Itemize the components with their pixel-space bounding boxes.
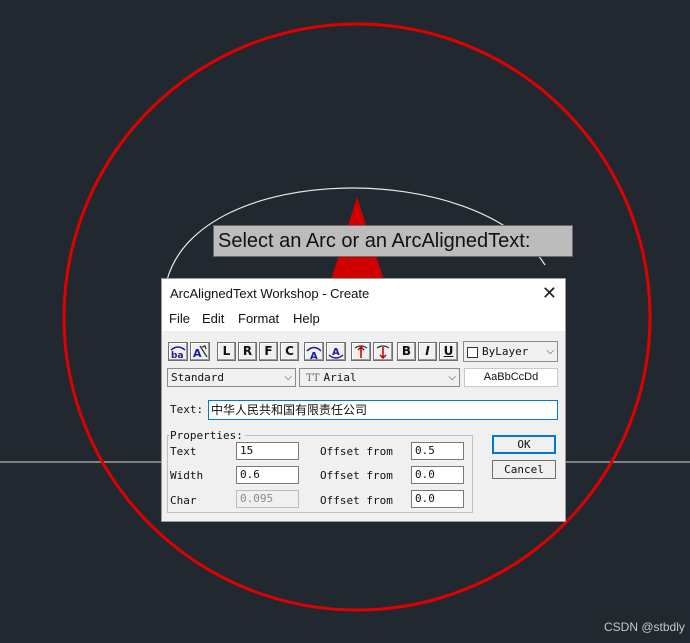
svg-text:A: A <box>332 347 340 358</box>
char-spacing-input: 0.095 <box>236 490 299 508</box>
align-right-button[interactable]: R <box>238 342 257 361</box>
color-swatch <box>467 346 478 358</box>
center-button[interactable]: C <box>280 342 299 361</box>
outward-direction-button[interactable] <box>351 342 371 361</box>
fit-button[interactable]: F <box>259 342 278 361</box>
font-preview: AaBbCcDd <box>464 368 558 387</box>
text-input[interactable]: 中华人民共和国有限责任公司 <box>208 400 558 420</box>
menu-file[interactable]: File <box>169 311 190 326</box>
inward-arrow-icon <box>376 345 390 360</box>
underline-label: U <box>443 344 454 358</box>
close-icon[interactable]: ✕ <box>542 283 557 304</box>
offset-from-arc-label: Offset from <box>320 445 393 456</box>
offset-from-left-label: Offset from <box>320 469 393 480</box>
menu-edit[interactable]: Edit <box>202 311 224 326</box>
reverse-text-button[interactable]: ba <box>168 342 188 361</box>
title-bar[interactable]: ArcAlignedText Workshop - Create ✕ <box>162 279 565 309</box>
chevron-down-icon: ⌵ <box>448 372 456 383</box>
convex-text-icon: A <box>306 346 322 362</box>
arc-aligned-text-dialog: ArcAlignedText Workshop - Create ✕ File … <box>161 278 566 522</box>
font-value: Arial <box>323 371 357 384</box>
menu-help[interactable]: Help <box>293 311 320 326</box>
ok-button[interactable]: OK <box>492 435 556 454</box>
command-prompt: Select an Arc or an ArcAlignedText: <box>213 225 573 257</box>
text-label: Text: <box>170 403 204 416</box>
svg-text:A: A <box>310 351 318 360</box>
align-right-label: R <box>242 344 253 358</box>
text-height-label: Text <box>170 445 197 456</box>
offset-from-right-input[interactable]: 0.0 <box>411 490 464 508</box>
char-spacing-label: Char <box>170 494 197 505</box>
watermark: CSDN @stbdly <box>604 620 685 634</box>
drag-text-icon: A <box>193 345 208 360</box>
dialog-title: ArcAlignedText Workshop - Create <box>170 286 370 301</box>
properties-legend: Properties: <box>170 429 245 442</box>
concave-side-button[interactable]: A <box>326 342 346 361</box>
menu-format[interactable]: Format <box>238 311 279 326</box>
color-select[interactable]: ByLayer ⌵ <box>463 341 558 362</box>
text-style-select[interactable]: Standard ⌵ <box>167 368 296 387</box>
offset-from-arc-input[interactable]: 0.5 <box>411 442 464 460</box>
inward-direction-button[interactable] <box>373 342 393 361</box>
italic-button[interactable]: I <box>418 342 437 361</box>
font-select[interactable]: TT Arial ⌵ <box>299 368 460 387</box>
center-label: C <box>285 344 294 358</box>
svg-text:A: A <box>193 347 202 360</box>
drag-text-button[interactable]: A <box>190 342 210 361</box>
chevron-down-icon: ⌵ <box>546 346 554 357</box>
width-factor-input[interactable]: 0.6 <box>236 466 299 484</box>
text-height-input[interactable]: 15 <box>236 442 299 460</box>
offset-from-left-input[interactable]: 0.0 <box>411 466 464 484</box>
align-left-button[interactable]: L <box>217 342 236 361</box>
fit-label: F <box>264 344 273 358</box>
underline-button[interactable]: U <box>439 342 458 361</box>
width-factor-label: Width <box>170 469 204 480</box>
text-style-value: Standard <box>171 371 224 384</box>
outward-arrow-icon <box>354 345 368 358</box>
cancel-button[interactable]: Cancel <box>492 460 556 479</box>
chevron-down-icon: ⌵ <box>284 372 292 383</box>
bold-button[interactable]: B <box>397 342 416 361</box>
svg-text:ba: ba <box>171 351 184 360</box>
offset-from-right-label: Offset from <box>320 494 393 505</box>
italic-label: I <box>425 344 430 358</box>
truetype-icon: TT <box>306 373 320 384</box>
concave-text-icon: A <box>328 347 344 359</box>
color-value: ByLayer <box>482 345 529 358</box>
align-left-label: L <box>222 344 231 358</box>
convex-side-button[interactable]: A <box>304 342 324 362</box>
bold-label: B <box>401 344 412 358</box>
menu-bar: File Edit Format Help <box>162 309 565 331</box>
reverse-text-icon: ba <box>170 346 186 361</box>
